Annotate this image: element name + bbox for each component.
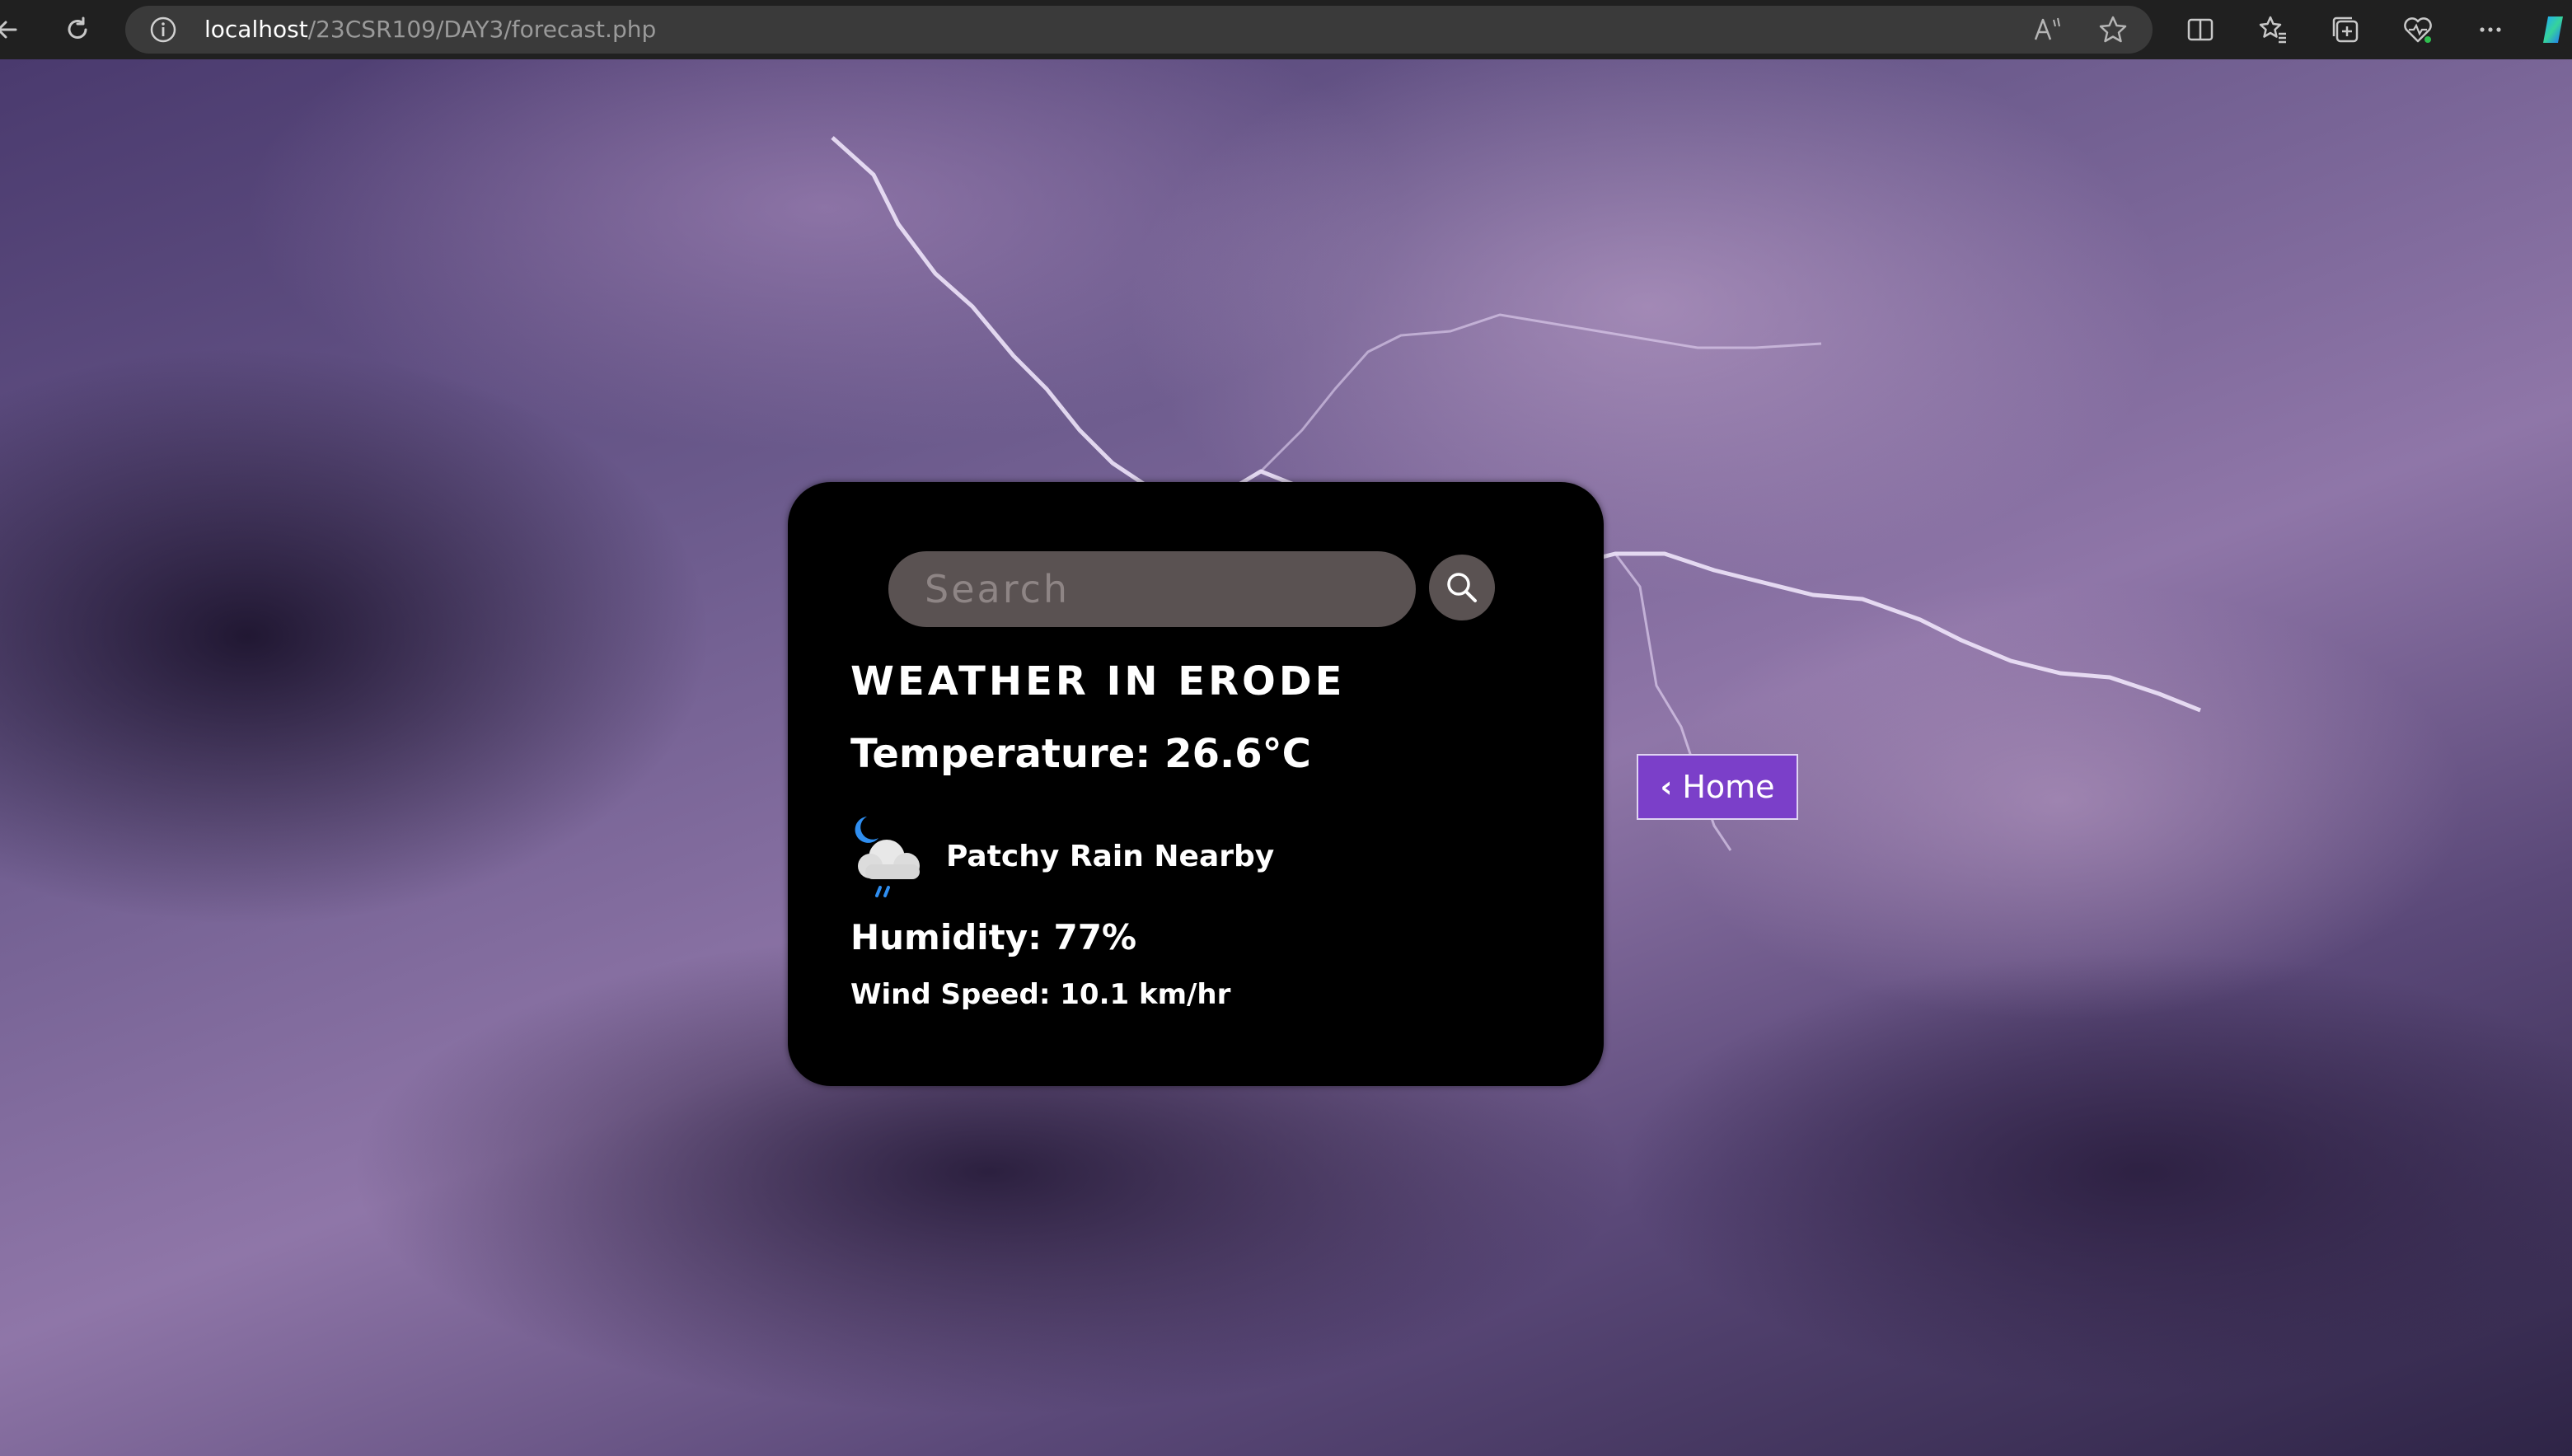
copilot-icon[interactable] <box>2538 13 2571 46</box>
browser-toolbar: localhost/23CSR109/DAY3/forecast.php <box>0 0 2572 59</box>
search-input[interactable] <box>888 551 1416 627</box>
condition-row: Patchy Rain Nearby <box>842 810 1274 902</box>
weather-title: WEATHER IN ERODE <box>850 658 1346 705</box>
url-text[interactable]: localhost/23CSR109/DAY3/forecast.php <box>204 0 656 59</box>
page-background: WEATHER IN ERODE Temperature: 26.6°C Pat… <box>0 59 2572 1456</box>
info-icon[interactable] <box>148 15 178 44</box>
favorites-icon[interactable] <box>2256 13 2289 46</box>
more-options-icon[interactable] <box>2474 13 2507 46</box>
favorite-star-icon[interactable] <box>2096 13 2129 46</box>
search-icon <box>1447 573 1477 602</box>
url-path: /23CSR109/DAY3/forecast.php <box>307 16 657 43</box>
moon-cloud-rain-icon <box>855 817 920 897</box>
humidity-value: Humidity: 77% <box>850 917 1137 957</box>
back-arrow-icon[interactable] <box>0 12 25 48</box>
url-host: localhost <box>204 16 308 43</box>
home-label: Home <box>1682 769 1775 805</box>
condition-label: Patchy Rain Nearby <box>946 839 1275 873</box>
browser-essentials-icon[interactable] <box>2401 13 2434 46</box>
home-button[interactable]: ‹ Home <box>1637 754 1798 820</box>
refresh-icon[interactable] <box>59 12 96 48</box>
weather-card: WEATHER IN ERODE Temperature: 26.6°C Pat… <box>788 482 1604 1086</box>
chevron-left-icon: ‹ <box>1660 770 1673 804</box>
wind-speed-value: Wind Speed: 10.1 km/hr <box>850 978 1231 1011</box>
read-aloud-icon[interactable] <box>2031 13 2064 46</box>
collections-icon[interactable] <box>2329 13 2362 46</box>
split-screen-icon[interactable] <box>2184 13 2217 46</box>
temperature-value: Temperature: 26.6°C <box>850 731 1311 777</box>
search-button[interactable] <box>1429 555 1495 620</box>
